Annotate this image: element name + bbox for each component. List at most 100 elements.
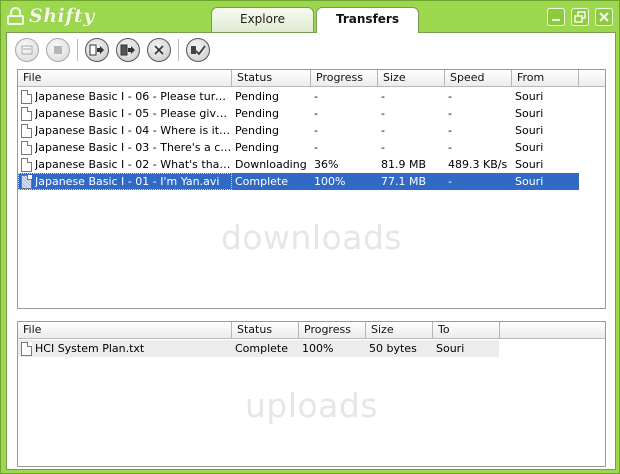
size-cell: - bbox=[381, 107, 385, 120]
downloads-watermark: downloads bbox=[220, 218, 403, 257]
table-row[interactable]: Japanese Basic I - 01 - I'm Yan.avi Compl… bbox=[18, 173, 579, 190]
file-name: Japanese Basic I - 03 - There's a cat...… bbox=[35, 141, 232, 154]
stop-icon bbox=[54, 46, 62, 54]
size-cell: 77.1 MB bbox=[381, 175, 427, 188]
cancel-button[interactable] bbox=[147, 38, 171, 62]
file-name: Japanese Basic I - 05 - Please give m... bbox=[35, 107, 232, 120]
file-cell: Japanese Basic I - 01 - I'm Yan.avi bbox=[18, 173, 232, 190]
from-cell: Souri bbox=[515, 124, 544, 137]
maximize-button[interactable] bbox=[571, 8, 589, 26]
uploads-header: File Status Progress Size To bbox=[18, 322, 605, 339]
speed-cell: - bbox=[448, 124, 452, 137]
table-row[interactable]: Japanese Basic I - 04 - Where is it.avi P… bbox=[18, 122, 579, 139]
column-progress[interactable]: Progress bbox=[311, 70, 378, 87]
clear-completed-button[interactable] bbox=[186, 38, 210, 62]
size-cell: - bbox=[381, 141, 385, 154]
size-cell: - bbox=[381, 124, 385, 137]
queue-button[interactable] bbox=[116, 38, 140, 62]
status-cell: Complete bbox=[235, 342, 289, 355]
move-to-button[interactable] bbox=[85, 38, 109, 62]
to-cell: Souri bbox=[436, 342, 465, 355]
tab-explore[interactable]: Explore bbox=[211, 7, 314, 32]
toolbar bbox=[15, 37, 217, 63]
file-cell: Japanese Basic I - 05 - Please give m... bbox=[18, 105, 232, 122]
file-icon bbox=[21, 174, 32, 189]
table-row[interactable]: Japanese Basic I - 06 - Please turn le..… bbox=[18, 88, 579, 105]
minimize-icon bbox=[552, 19, 560, 21]
restore-icon bbox=[574, 11, 586, 23]
speed-cell: - bbox=[448, 175, 452, 188]
queue-icon bbox=[120, 44, 135, 56]
table-row[interactable]: Japanese Basic I - 05 - Please give m...… bbox=[18, 105, 579, 122]
minimize-button[interactable] bbox=[547, 8, 565, 26]
progress-cell: - bbox=[314, 90, 318, 103]
file-name: Japanese Basic I - 04 - Where is it.avi bbox=[35, 124, 232, 137]
file-icon bbox=[21, 341, 32, 356]
file-name: Japanese Basic I - 02 - What's that.avi bbox=[35, 158, 232, 171]
downloads-header: File Status Progress Size Speed From bbox=[18, 70, 605, 87]
file-name: Japanese Basic I - 06 - Please turn le..… bbox=[35, 90, 232, 103]
table-row[interactable]: Japanese Basic I - 02 - What's that.avi D… bbox=[18, 156, 579, 173]
column-to[interactable]: To bbox=[433, 322, 500, 339]
toolbar-separator bbox=[178, 39, 179, 61]
column-file[interactable]: File bbox=[18, 70, 232, 87]
column-status[interactable]: Status bbox=[232, 70, 311, 87]
file-cell: Japanese Basic I - 03 - There's a cat...… bbox=[18, 139, 232, 156]
from-cell: Souri bbox=[515, 158, 544, 171]
speed-cell: - bbox=[448, 107, 452, 120]
file-cell: Japanese Basic I - 06 - Please turn le..… bbox=[18, 88, 232, 105]
properties-icon bbox=[21, 45, 33, 55]
app-window: Shifty Explore Transfers File Status Pro… bbox=[0, 0, 620, 474]
uploads-watermark: uploads bbox=[244, 386, 379, 425]
speed-cell: - bbox=[448, 141, 452, 154]
transfers-content: File Status Progress Size Speed From Jap… bbox=[6, 32, 616, 470]
column-from[interactable]: From bbox=[512, 70, 579, 87]
column-size[interactable]: Size bbox=[378, 70, 445, 87]
cancel-icon bbox=[154, 45, 164, 55]
status-cell: Complete bbox=[235, 175, 289, 188]
progress-cell: 100% bbox=[314, 175, 346, 188]
file-icon bbox=[21, 106, 32, 121]
file-icon bbox=[21, 157, 32, 172]
stop-button[interactable] bbox=[46, 38, 70, 62]
speed-cell: 489.3 KB/s bbox=[448, 158, 508, 171]
progress-cell: 36% bbox=[314, 158, 339, 171]
progress-cell: 100% bbox=[302, 342, 334, 355]
column-status[interactable]: Status bbox=[232, 322, 299, 339]
properties-button[interactable] bbox=[15, 38, 39, 62]
uploads-list[interactable]: File Status Progress Size To HCI System … bbox=[17, 321, 606, 467]
progress-cell: - bbox=[314, 124, 318, 137]
from-cell: Souri bbox=[515, 141, 544, 154]
title-bar: Shifty Explore Transfers bbox=[1, 1, 619, 33]
file-icon bbox=[21, 140, 32, 155]
column-size[interactable]: Size bbox=[366, 322, 433, 339]
progress-cell: - bbox=[314, 107, 318, 120]
size-cell: 81.9 MB bbox=[381, 158, 427, 171]
table-row[interactable]: Japanese Basic I - 03 - There's a cat...… bbox=[18, 139, 579, 156]
table-row[interactable]: HCI System Plan.txt Complete 100% 50 bytes S… bbox=[18, 340, 499, 357]
column-progress[interactable]: Progress bbox=[299, 322, 366, 339]
progress-cell: - bbox=[314, 141, 318, 154]
from-cell: Souri bbox=[515, 107, 544, 120]
close-button[interactable] bbox=[595, 8, 613, 26]
move-to-icon bbox=[89, 44, 104, 56]
lock-icon bbox=[7, 7, 25, 25]
status-cell: Pending bbox=[235, 124, 279, 137]
clear-completed-icon bbox=[191, 45, 206, 56]
downloads-list[interactable]: File Status Progress Size Speed From Jap… bbox=[17, 69, 606, 309]
app-logo-text: Shifty bbox=[29, 5, 95, 27]
column-file[interactable]: File bbox=[18, 322, 232, 339]
tab-transfers[interactable]: Transfers bbox=[316, 7, 419, 33]
close-icon bbox=[599, 12, 609, 22]
app-logo: Shifty bbox=[7, 4, 95, 28]
toolbar-separator bbox=[77, 39, 78, 61]
size-cell: - bbox=[381, 90, 385, 103]
from-cell: Souri bbox=[515, 90, 544, 103]
status-cell: Pending bbox=[235, 90, 279, 103]
file-icon bbox=[21, 123, 32, 138]
status-cell: Pending bbox=[235, 107, 279, 120]
file-cell: Japanese Basic I - 02 - What's that.avi bbox=[18, 156, 232, 173]
file-cell: HCI System Plan.txt bbox=[18, 340, 232, 357]
status-cell: Pending bbox=[235, 141, 279, 154]
column-speed[interactable]: Speed bbox=[445, 70, 512, 87]
